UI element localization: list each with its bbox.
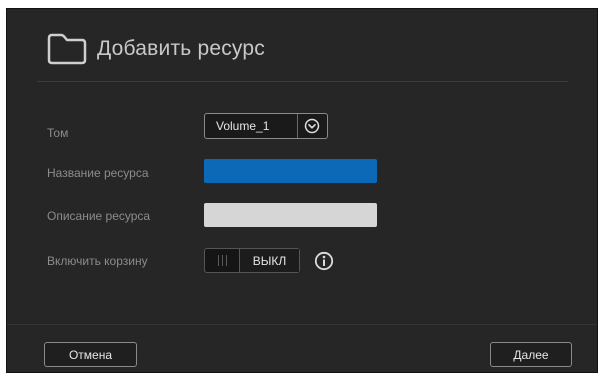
info-icon[interactable] <box>314 251 334 271</box>
add-share-dialog: Добавить ресурс Том Volume_1 Название ре… <box>6 8 598 373</box>
dialog-header: Добавить ресурс <box>47 33 265 65</box>
cancel-button[interactable]: Отмена <box>44 342 137 367</box>
grip-icon <box>217 255 227 266</box>
share-description-input[interactable] <box>204 203 377 227</box>
next-button[interactable]: Далее <box>490 342 572 367</box>
share-description-label: Описание ресурса <box>47 209 151 223</box>
volume-select[interactable]: Volume_1 <box>204 113 328 139</box>
toggle-state-label: ВЫКЛ <box>239 249 299 272</box>
volume-label: Том <box>47 126 69 140</box>
footer-divider <box>7 324 597 325</box>
volume-select-value: Volume_1 <box>216 119 270 133</box>
volume-dropdown-button[interactable] <box>298 114 327 138</box>
toggle-handle[interactable] <box>205 249 239 272</box>
folder-icon <box>47 33 87 65</box>
share-name-input[interactable] <box>204 159 377 183</box>
dialog-title: Добавить ресурс <box>97 37 265 60</box>
recycle-bin-label: Включить корзину <box>47 254 148 268</box>
chevron-down-circle-icon <box>305 118 320 134</box>
recycle-bin-toggle[interactable]: ВЫКЛ <box>204 248 300 273</box>
header-divider <box>37 81 568 82</box>
share-name-label: Название ресурса <box>47 166 149 180</box>
